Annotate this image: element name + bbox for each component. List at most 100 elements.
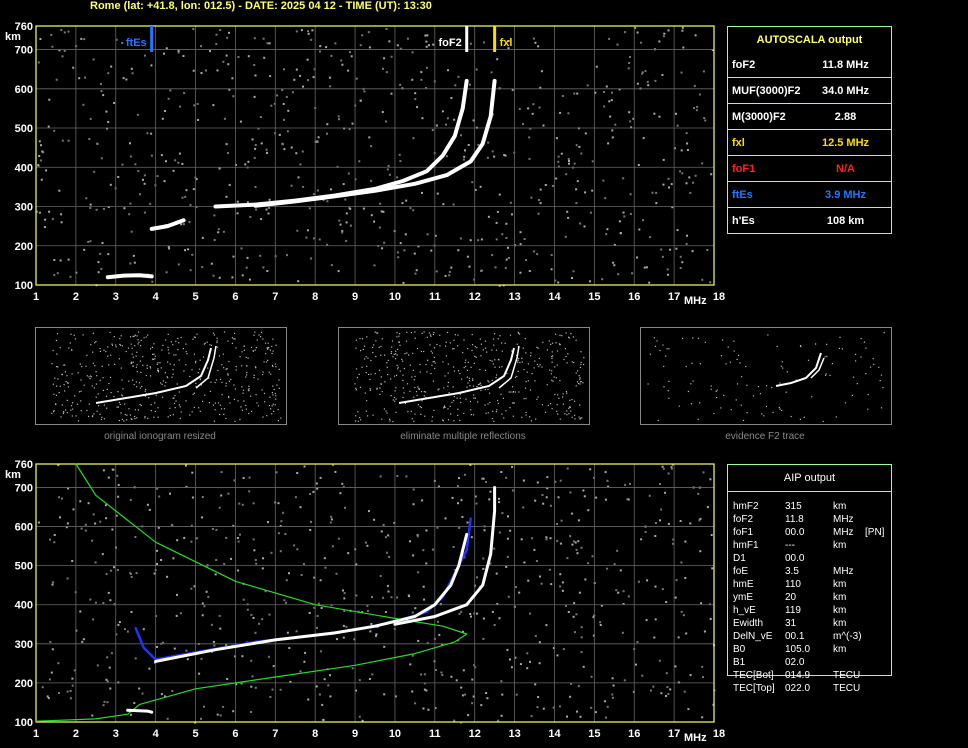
thumb-noise (423, 391, 425, 393)
thumb-noise (253, 377, 255, 379)
noise-dot (312, 490, 315, 493)
noise-dot (262, 557, 264, 560)
noise-dot (283, 68, 285, 71)
noise-dot (444, 517, 447, 520)
noise-dot (50, 671, 53, 674)
thumb-noise (275, 398, 277, 400)
thumb-noise (97, 393, 99, 395)
thumb-noise (151, 346, 153, 348)
thumb-noise (256, 402, 258, 404)
noise-dot (219, 29, 222, 31)
noise-dot (84, 523, 87, 526)
thumb-noise (359, 337, 361, 340)
noise-dot (83, 248, 86, 251)
thumb-noise (733, 340, 735, 342)
noise-dot (567, 611, 570, 613)
aip-unit: km (833, 579, 847, 590)
thumb-noise (263, 392, 266, 394)
noise-dot (58, 189, 61, 192)
noise-dot (519, 663, 522, 666)
thumb-noise (851, 394, 853, 396)
noise-dot (40, 178, 43, 181)
thumb-noise (117, 391, 119, 393)
noise-dot (684, 577, 687, 579)
thumb-noise (359, 417, 361, 419)
bottom-ionogram-chart: 1 2 3 4 5 6 7 8 9 10 11 12 13 14 15 16 17 181002003004005… (5, 459, 725, 744)
thumb-noise (65, 381, 67, 383)
aip-value: 3.5 (785, 566, 799, 577)
y-tick-label: 300 (15, 639, 33, 651)
thumb-noise (88, 376, 90, 378)
noise-dot (369, 630, 372, 633)
noise-dot (232, 95, 235, 98)
thumb-noise (525, 352, 527, 354)
thumb-noise (248, 412, 250, 415)
noise-dot (331, 545, 334, 548)
thumb-noise (867, 394, 869, 396)
aip-param: foF2 (733, 514, 754, 525)
noise-dot (614, 123, 617, 126)
thumb-noise (241, 386, 243, 388)
noise-dot (207, 595, 210, 598)
noise-dot (285, 579, 288, 582)
noise-dot (509, 658, 511, 661)
noise-dot (682, 46, 685, 49)
thumb-noise (409, 364, 411, 366)
thumb-noise (493, 344, 495, 346)
noise-dot (411, 78, 414, 81)
thumb-noise (362, 348, 364, 350)
thumb-noise (134, 345, 136, 347)
noise-dot (219, 627, 222, 630)
marker-fof2-label: foF2 (438, 37, 461, 49)
noise-dot (628, 62, 631, 64)
thumb-noise (85, 365, 87, 367)
noise-dot (201, 496, 204, 498)
noise-dot (528, 157, 531, 160)
thumb-noise (557, 394, 559, 396)
noise-dot (667, 693, 670, 695)
noise-dot (59, 516, 61, 519)
thumb-noise (786, 371, 788, 373)
thumb-noise (392, 356, 394, 358)
thumb-noise (230, 378, 232, 381)
thumb-noise (523, 398, 525, 400)
thumb-noise (722, 339, 724, 341)
noise-dot (504, 154, 507, 157)
noise-dot (316, 615, 319, 617)
aip-unit: km (833, 605, 847, 616)
thumb-noise (447, 363, 449, 365)
thumb-noise (581, 417, 583, 419)
thumb-noise (437, 389, 439, 391)
noise-dot (414, 702, 417, 705)
top-ionogram-chart: 1 2 3 4 5 6 7 8 9 10 11 12 13 14 15 16 17 181002003004005… (5, 21, 725, 307)
noise-dot (451, 496, 454, 499)
thumb-noise (562, 393, 564, 395)
noise-dot (139, 193, 141, 196)
noise-dot (259, 254, 262, 257)
noise-dot (552, 185, 554, 187)
thumb-noise (140, 371, 142, 373)
noise-dot (455, 679, 458, 682)
thumb-noise (106, 407, 108, 409)
noise-dot (670, 467, 673, 470)
thumb-noise (55, 394, 57, 396)
thumb-noise (829, 374, 831, 376)
noise-dot (679, 520, 682, 522)
thumb-noise (495, 411, 497, 413)
thumb-noise (248, 385, 250, 387)
thumb-noise (235, 369, 237, 371)
noise-dot (595, 65, 598, 68)
aip-row: DelN_vE 00.1 m^(-3) (733, 630, 903, 643)
noise-dot (685, 242, 688, 245)
noise-dot (660, 692, 663, 695)
noise-dot (557, 160, 560, 163)
thumb-noise (124, 403, 126, 405)
noise-dot (248, 278, 251, 281)
noise-dot (130, 230, 133, 233)
aip-unit: MHz (833, 514, 854, 525)
thumb-noise (745, 365, 747, 368)
noise-dot (542, 707, 545, 710)
thumb-noise (720, 355, 723, 357)
noise-dot (693, 84, 696, 87)
thumb-noise (247, 389, 249, 391)
